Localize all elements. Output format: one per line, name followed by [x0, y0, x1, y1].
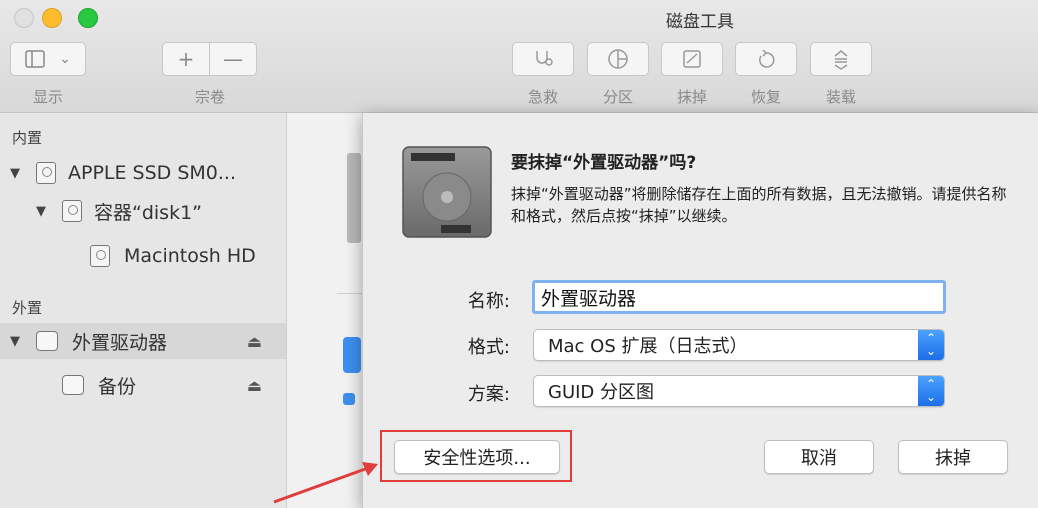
- eject-icon[interactable]: ⏏: [247, 332, 262, 351]
- sidebar: 内置 ▼ APPLE SSD SM0... ▼ 容器“disk1” Macint…: [0, 113, 287, 508]
- updown-chevron-icon: ⌃ ⌄: [918, 330, 944, 360]
- external-disk-icon: [36, 331, 58, 351]
- sidebar-item-backup[interactable]: 备份 ⏏: [0, 367, 286, 403]
- stethoscope-icon: [536, 51, 553, 66]
- add-volume-button[interactable]: +: [162, 42, 210, 76]
- sidebar-item-label: Macintosh HD: [124, 245, 256, 267]
- format-select[interactable]: Mac OS 扩展（日志式） ⌃ ⌄: [533, 329, 945, 361]
- sidebar-item-macintosh-hd[interactable]: Macintosh HD: [0, 238, 286, 274]
- first-aid-button[interactable]: [512, 42, 574, 76]
- restore-icon: [759, 49, 775, 68]
- disk-utility-window: 磁盘工具 ⌄ 显示 + — 宗卷 急救 分区 抹掉 恢复 装载 内置 ▼ APP…: [0, 0, 1038, 508]
- sidebar-item-container-disk1[interactable]: ▼ 容器“disk1”: [0, 193, 286, 229]
- erase-button[interactable]: 抹掉: [898, 440, 1008, 474]
- format-value: Mac OS 扩展（日志式）: [548, 336, 748, 357]
- divider: [337, 293, 362, 294]
- first-aid-label: 急救: [527, 88, 558, 106]
- dialog-message: 抹掉“外置驱动器”将删除储存在上面的所有数据，且无法撤销。请提供名称和格式，然后…: [511, 185, 1007, 225]
- internal-disk-icon: [36, 162, 56, 184]
- mount-icon: [834, 50, 848, 70]
- updown-chevron-icon: ⌃ ⌄: [918, 376, 944, 406]
- legend-swatch: [343, 393, 355, 405]
- partition-button[interactable]: [587, 42, 649, 76]
- remove-volume-button[interactable]: —: [209, 42, 257, 76]
- sidebar-item-external-drive[interactable]: ▼ 外置驱动器 ⏏: [0, 323, 286, 359]
- mount-button[interactable]: [810, 42, 872, 76]
- scheme-label: 方案:: [467, 384, 510, 405]
- restore-label: 恢复: [750, 88, 781, 106]
- chevron-down-icon: ⌄: [59, 51, 71, 67]
- sidebar-item-apple-ssd[interactable]: ▼ APPLE SSD SM0...: [0, 155, 286, 191]
- disk-image-partial: [347, 153, 361, 243]
- erase-toolbar-button[interactable]: [661, 42, 723, 76]
- view-label: 显示: [32, 88, 63, 106]
- external-header: 外置: [12, 299, 43, 317]
- window-title: 磁盘工具: [666, 12, 734, 32]
- eject-icon[interactable]: ⏏: [247, 376, 262, 395]
- volume-disk-icon: [90, 245, 110, 267]
- scheme-select[interactable]: GUID 分区图 ⌃ ⌄: [533, 375, 945, 407]
- erase-toolbar-label: 抹掉: [676, 88, 707, 106]
- internal-header: 内置: [12, 129, 43, 147]
- sidebar-item-label: 外置驱动器: [72, 331, 168, 354]
- disclosure-triangle-icon[interactable]: ▼: [36, 204, 50, 219]
- restore-button[interactable]: [735, 42, 797, 76]
- usage-bar-partial: [343, 337, 361, 373]
- format-label: 格式:: [467, 337, 510, 358]
- sidebar-item-label: APPLE SSD SM0...: [68, 162, 236, 184]
- annotation-arrow-icon: [273, 462, 378, 504]
- minus-icon: —: [223, 47, 243, 71]
- partition-label: 分区: [602, 88, 633, 106]
- sidebar-item-label: 容器“disk1”: [94, 201, 203, 224]
- mount-label: 装载: [825, 88, 856, 106]
- disclosure-triangle-icon[interactable]: ▼: [10, 334, 24, 349]
- container-disk-icon: [62, 200, 82, 222]
- plus-icon: +: [177, 47, 195, 71]
- pie-partition-icon: [608, 49, 628, 69]
- external-volume-icon: [62, 375, 84, 395]
- view-button[interactable]: ⌄: [10, 42, 86, 76]
- name-input[interactable]: [532, 280, 946, 314]
- cancel-button[interactable]: 取消: [764, 440, 874, 474]
- hard-drive-icon: [402, 146, 492, 238]
- scheme-value: GUID 分区图: [548, 382, 655, 403]
- dialog-title: 要抹掉“外置驱动器”吗?: [511, 153, 697, 173]
- annotation-highlight-box: [380, 430, 572, 482]
- name-label: 名称:: [467, 291, 510, 312]
- sidebar-icon: [25, 50, 45, 68]
- sidebar-item-label: 备份: [98, 375, 137, 398]
- volume-label: 宗卷: [194, 88, 225, 106]
- toolbar: 磁盘工具 ⌄ 显示 + — 宗卷 急救 分区 抹掉 恢复 装载: [0, 0, 1038, 113]
- eraser-icon: [683, 50, 701, 68]
- disclosure-triangle-icon[interactable]: ▼: [10, 166, 24, 181]
